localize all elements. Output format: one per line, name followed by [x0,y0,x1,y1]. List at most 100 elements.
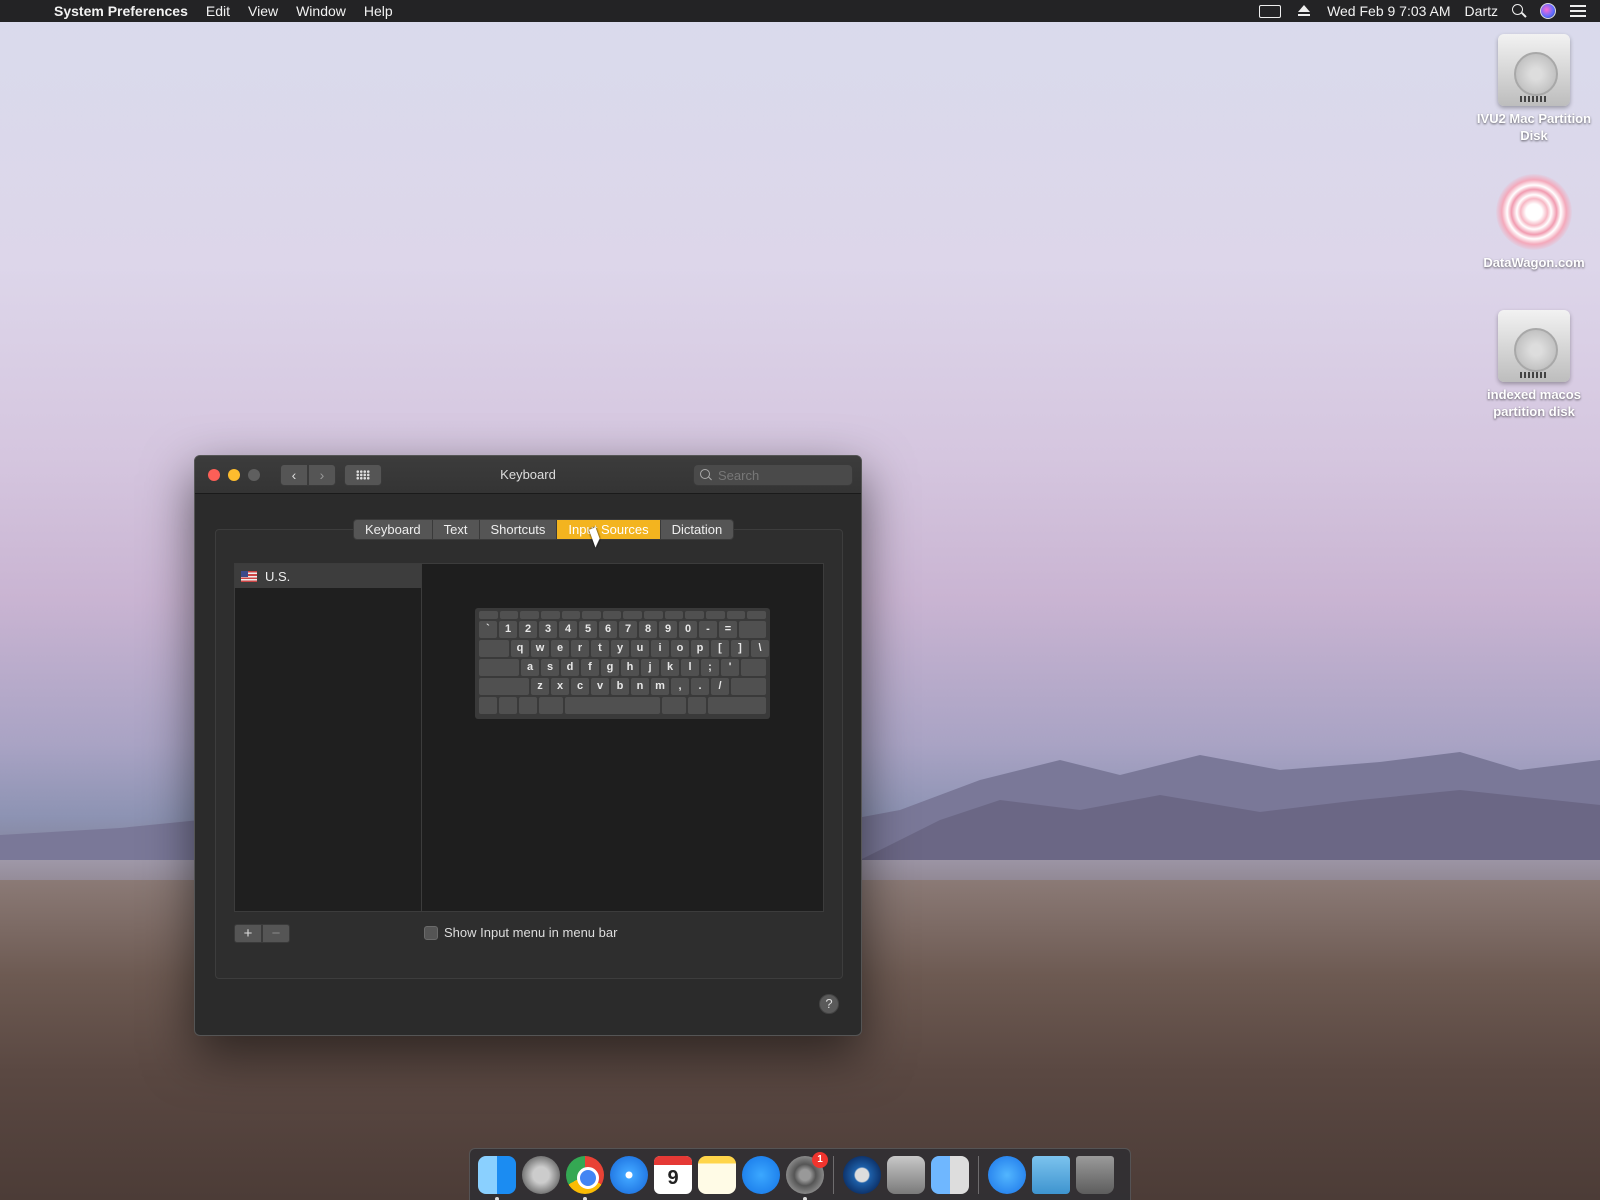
tab-content-panel: Keyboard Text Shortcuts Input Sources Di… [215,519,843,979]
key: ] [731,640,749,657]
grid-icon [356,469,370,480]
hard-disk-icon [1498,310,1570,382]
app-store-folder-icon[interactable] [988,1155,1026,1194]
key: 2 [519,621,537,638]
spotlight-search-icon[interactable] [1512,4,1526,18]
key: 4 [559,621,577,638]
key [685,611,705,619]
key: - [699,621,717,638]
dock-separator [833,1155,834,1194]
search-field[interactable] [693,464,853,486]
key-shift [479,678,529,695]
downloads-folder-icon[interactable] [1032,1155,1070,1194]
notification-badge: 1 [812,1151,828,1168]
key: 3 [539,621,557,638]
desktop-icon-ivu2-disk[interactable]: IVU2 Mac Partition Disk [1474,34,1594,144]
search-input[interactable] [718,467,838,483]
key: h [621,659,639,676]
notes-icon[interactable] [698,1155,736,1194]
add-input-source-button[interactable]: + [234,924,262,943]
notification-center-icon[interactable] [1570,5,1586,17]
dock: 9 1 [469,1148,1131,1200]
key-shift-right [731,678,766,695]
key: i [651,640,669,657]
key-caps-lock [479,659,519,676]
key-option [519,697,537,714]
clock[interactable]: Wed Feb 9 7:03 AM [1327,3,1450,19]
user-name[interactable]: Dartz [1465,3,1498,19]
key [499,611,519,619]
trash-icon[interactable] [1076,1155,1114,1194]
top-letter-row: q w e r t y u i o p [ ] \ [479,640,769,657]
desktop-icon-datawagon[interactable]: DataWagon.com [1474,174,1594,271]
tab-input-sources[interactable]: Input Sources [557,520,661,539]
forward-button[interactable]: › [308,463,336,486]
display-mirroring-icon[interactable] [1259,4,1282,18]
tab-shortcuts[interactable]: Shortcuts [480,520,558,539]
safari-icon[interactable] [610,1155,648,1194]
key: 8 [639,621,657,638]
function-key-row [479,611,766,619]
zoom-button[interactable] [248,468,260,481]
system-preferences-icon[interactable]: 1 [786,1151,828,1200]
key: 1 [499,621,517,638]
dock-separator [978,1155,979,1194]
launchpad-icon[interactable] [522,1155,560,1194]
key [479,611,498,619]
key-delete [739,621,766,638]
key-fn [479,697,497,714]
chrome-icon[interactable] [566,1155,604,1200]
disk-utility-icon[interactable] [887,1155,925,1194]
quicktime-icon[interactable] [843,1155,881,1194]
back-button[interactable]: ‹ [280,463,308,486]
key [602,611,622,619]
migration-assistant-icon[interactable] [931,1155,969,1194]
window-controls [208,468,260,481]
key: x [551,678,569,695]
key: [ [711,640,729,657]
title-bar[interactable]: ‹ › Keyboard [195,456,861,494]
desktop-icon-label: DataWagon.com [1483,255,1585,270]
show-all-button[interactable] [344,463,382,486]
key: m [651,678,669,695]
key: 5 [579,621,597,638]
key: r [571,640,589,657]
app-menu[interactable]: System Preferences [54,3,197,19]
close-button[interactable] [208,468,220,481]
menu-edit[interactable]: Edit [197,3,239,19]
key [644,611,663,619]
app-store-icon[interactable] [742,1155,780,1194]
menu-help[interactable]: Help [355,3,402,19]
show-input-menu-checkbox[interactable] [424,925,438,940]
remove-input-source-button[interactable]: − [262,924,290,943]
key [520,611,539,619]
key [747,611,766,619]
menu-view[interactable]: View [239,3,287,19]
key: k [661,659,679,676]
finder-icon[interactable] [478,1155,516,1200]
desktop-icon-indexed-disk[interactable]: indexed macos partition disk [1474,310,1594,420]
key: ; [701,659,719,676]
show-input-menu-label[interactable]: Show Input menu in menu bar [444,925,617,940]
eject-icon[interactable] [1295,4,1313,18]
show-input-menu-option[interactable]: Show Input menu in menu bar [424,925,617,940]
tab-text[interactable]: Text [433,520,480,539]
key [706,611,725,619]
calendar-icon[interactable]: 9 [654,1155,692,1194]
key: w [531,640,549,657]
keyboard-layout-preview: ` 1 2 3 4 5 6 7 8 9 0 - = q w e r t y u … [475,608,770,719]
key: / [711,678,729,695]
tab-dictation[interactable]: Dictation [661,520,734,539]
key-control [499,697,517,714]
key-arrows [708,697,766,714]
minimize-button[interactable] [228,468,240,481]
tab-keyboard[interactable]: Keyboard [354,520,433,539]
menu-window[interactable]: Window [287,3,355,19]
siri-icon[interactable] [1540,3,1556,19]
keyboard-preferences-window: ‹ › Keyboard Keyboard Text Shortcuts Inp… [194,455,862,1036]
key-tab [479,640,509,657]
status-area: Wed Feb 9 7:03 AM Dartz [1259,3,1600,19]
input-source-label: U.S. [265,568,291,584]
help-button[interactable]: ? [819,994,839,1014]
list-item[interactable]: U.S. [235,564,421,588]
